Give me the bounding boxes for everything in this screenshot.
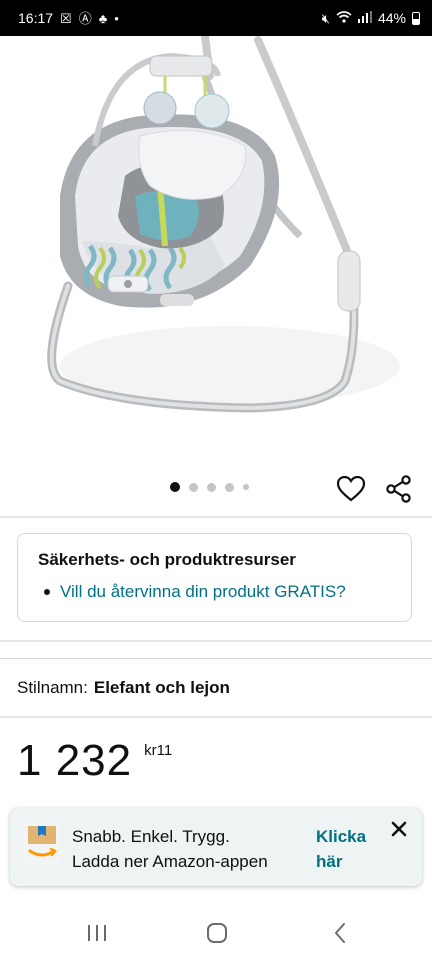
dot-icon: • — [114, 10, 119, 26]
recent-apps-button[interactable] — [82, 918, 112, 948]
recent-apps-icon — [88, 925, 106, 941]
price-whole: 1 232 — [17, 736, 133, 785]
resources-title: Säkerhets- och produktresurser — [38, 550, 296, 569]
heart-icon — [337, 476, 365, 502]
recycle-link[interactable]: Vill du återvinna din produkt GRATIS? — [60, 582, 346, 602]
app-banner-line1: Snabb. Enkel. Trygg. — [72, 827, 230, 846]
wifi-icon — [336, 11, 352, 25]
app-notification-icon: Ⓐ — [78, 10, 92, 26]
carousel-dots[interactable] — [170, 482, 249, 492]
amazon-app-icon — [22, 824, 62, 864]
home-button[interactable] — [202, 918, 232, 948]
notification-icon: ☒ — [60, 10, 72, 26]
divider — [0, 716, 432, 718]
carousel-dot-2[interactable] — [189, 482, 198, 492]
app-cta-line2[interactable]: här — [316, 849, 366, 874]
recycle-link-item[interactable]: Vill du återvinna din produkt GRATIS? — [38, 582, 391, 602]
mute-icon: 🔇︎ — [321, 10, 330, 26]
close-icon — [391, 821, 407, 837]
system-nav-bar — [0, 904, 432, 960]
app-banner-text: Snabb. Enkel. Trygg. Ladda ner Amazon-ap… — [72, 824, 268, 874]
price: 1 232 kr11 — [17, 736, 172, 786]
app-banner-line2: Ladda ner Amazon-appen — [72, 852, 268, 871]
status-left: 16:17 ☒ Ⓐ ♣ • — [18, 10, 119, 26]
price-fraction: kr11 — [144, 742, 173, 759]
style-selector[interactable]: Stilnamn: Elefant och lejon — [17, 678, 230, 698]
status-right: 🔇︎ 44% — [322, 10, 420, 26]
divider — [0, 640, 432, 642]
product-image[interactable] — [0, 32, 432, 456]
share-icon — [386, 475, 411, 503]
divider — [0, 658, 432, 659]
back-button[interactable] — [325, 918, 355, 948]
snapchat-icon: ♣ — [98, 10, 108, 26]
wishlist-button[interactable] — [336, 474, 366, 504]
carousel-dot-5[interactable] — [243, 484, 249, 490]
divider — [0, 516, 432, 518]
close-banner-button[interactable] — [386, 816, 412, 842]
clock: 16:17 — [18, 10, 54, 26]
safety-resources-card[interactable]: Säkerhets- och produktresurser Vill du å… — [17, 533, 412, 622]
home-icon — [207, 923, 227, 943]
app-download-banner[interactable]: Snabb. Enkel. Trygg. Ladda ner Amazon-ap… — [10, 808, 422, 886]
carousel-dot-1[interactable] — [170, 482, 180, 492]
back-icon — [335, 923, 345, 943]
status-bar: 16:17 ☒ Ⓐ ♣ • 🔇︎ 44% — [0, 0, 432, 36]
signal-icon — [357, 11, 372, 25]
app-cta-line1[interactable]: Klicka — [316, 824, 366, 849]
carousel-dot-3[interactable] — [207, 482, 216, 492]
app-banner-cta[interactable]: Klicka här — [316, 824, 366, 874]
bullet-icon — [44, 589, 50, 595]
battery-percent: 44% — [377, 10, 406, 26]
style-label: Stilnamn: — [17, 678, 88, 697]
carousel-row — [0, 462, 432, 512]
baby-swing-illustration — [47, 32, 400, 413]
style-value: Elefant och lejon — [93, 678, 230, 697]
battery-icon — [412, 11, 420, 25]
carousel-dot-4[interactable] — [225, 482, 234, 492]
share-button[interactable] — [384, 474, 414, 504]
